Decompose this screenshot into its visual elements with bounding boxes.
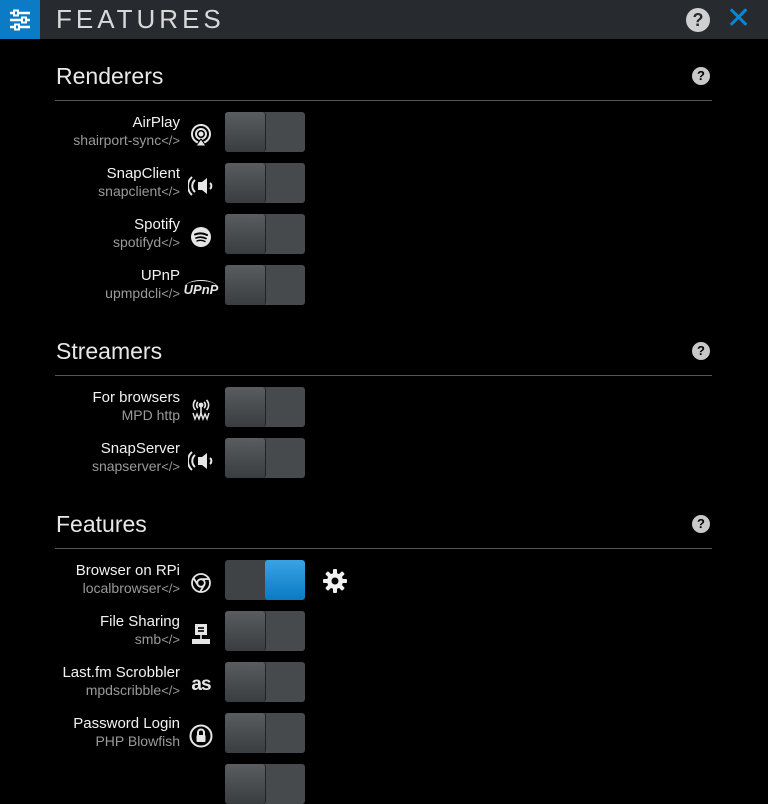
feature-row-file-sharing: File Sharing smb</>	[0, 613, 768, 657]
code-icon[interactable]: </>	[161, 184, 180, 199]
feature-name: Last.fm Scrobbler	[62, 664, 180, 682]
smb-toggle[interactable]	[225, 611, 305, 651]
page-title: FEATURES	[56, 3, 225, 35]
close-icon[interactable]: ✕	[726, 4, 750, 34]
snapserver-toggle[interactable]	[225, 438, 305, 478]
feature-name: For browsers	[92, 389, 180, 407]
feature-row-password-login: Password Login PHP Blowfish	[0, 715, 768, 759]
section-divider	[55, 100, 712, 101]
upnp-toggle[interactable]	[225, 265, 305, 305]
password-login-toggle[interactable]	[225, 713, 305, 753]
airplay-icon	[188, 122, 214, 148]
feature-service: upmpdcli</>	[105, 284, 180, 303]
feature-service: spotifyd</>	[113, 233, 180, 252]
feature-name: Password Login	[73, 715, 180, 733]
toggle-knob	[225, 387, 265, 427]
snapcast-icon	[188, 448, 214, 474]
toggle-knob	[225, 438, 265, 478]
mpd-http-toggle[interactable]	[225, 387, 305, 427]
toggle-knob	[225, 611, 265, 651]
feature-name: UPnP	[141, 267, 180, 285]
feature-name: SnapClient	[107, 165, 180, 183]
toggle-knob	[225, 764, 265, 804]
feature-row-upnp: UPnP upmpdcli</> UPnP	[0, 267, 768, 311]
lastfm-logo-text: as	[191, 674, 210, 696]
feature-row-snapserver: SnapServer snapserver</>	[0, 440, 768, 484]
feature-name: Spotify	[134, 216, 180, 234]
toggle-knob	[225, 112, 265, 152]
upnp-icon: UPnP	[183, 275, 219, 301]
code-icon[interactable]: </>	[161, 133, 180, 148]
sliders-icon	[8, 9, 32, 31]
chromium-icon	[188, 570, 214, 596]
lock-icon	[188, 723, 214, 749]
toggle-knob	[265, 560, 305, 600]
toggle-knob	[225, 713, 265, 753]
code-icon[interactable]: </>	[161, 581, 180, 596]
feature-name: Browser on RPi	[76, 562, 180, 580]
spotify-icon	[188, 224, 214, 250]
feature-row-lastfm: Last.fm Scrobbler mpdscribble</> as	[0, 664, 768, 708]
feature-row-browser-on-rpi: Browser on RPi localbrowser</>	[0, 562, 768, 606]
upnp-logo-text: UPnP	[184, 280, 219, 297]
feature-service: MPD http	[122, 406, 180, 424]
feature-row-for-browsers: For browsers MPD http	[0, 389, 768, 433]
lastfm-icon: as	[188, 672, 214, 698]
next-row-toggle[interactable]	[225, 764, 305, 804]
snapclient-toggle[interactable]	[225, 163, 305, 203]
toggle-knob	[225, 265, 265, 305]
section-divider	[55, 548, 712, 549]
feature-name: SnapServer	[101, 440, 180, 458]
code-icon[interactable]: </>	[161, 683, 180, 698]
header-help-icon[interactable]: ?	[686, 8, 710, 32]
mpdscribble-toggle[interactable]	[225, 662, 305, 702]
section-divider	[55, 375, 712, 376]
section-title-streamers: Streamers	[56, 337, 162, 365]
toggle-knob	[225, 214, 265, 254]
airplay-toggle[interactable]	[225, 112, 305, 152]
renderers-help-icon[interactable]: ?	[692, 67, 710, 85]
code-icon[interactable]: </>	[161, 286, 180, 301]
header-bar: FEATURES ? ✕	[0, 0, 768, 39]
file-sharing-icon	[188, 621, 214, 647]
mpd-http-icon	[188, 397, 214, 423]
code-icon[interactable]: </>	[161, 235, 180, 250]
code-icon[interactable]: </>	[161, 459, 180, 474]
feature-row-airplay: AirPlay shairport-sync</>	[0, 114, 768, 158]
feature-service: snapserver</>	[92, 457, 180, 476]
section-title-renderers: Renderers	[56, 62, 163, 90]
feature-name: AirPlay	[132, 114, 180, 132]
feature-service: snapclient</>	[98, 182, 180, 201]
features-help-icon[interactable]: ?	[692, 515, 710, 533]
feature-name: File Sharing	[100, 613, 180, 631]
feature-service: PHP Blowfish	[95, 732, 180, 750]
feature-row-spotify: Spotify spotifyd</>	[0, 216, 768, 260]
streamers-help-icon[interactable]: ?	[692, 342, 710, 360]
section-title-features: Features	[56, 510, 147, 538]
feature-row-snapclient: SnapClient snapclient</>	[0, 165, 768, 209]
toggle-knob	[225, 662, 265, 702]
toggle-knob	[225, 163, 265, 203]
snapcast-icon	[188, 173, 214, 199]
feature-service: smb</>	[135, 630, 180, 649]
gear-icon[interactable]	[322, 568, 348, 594]
localbrowser-toggle[interactable]	[225, 560, 305, 600]
feature-service: mpdscribble</>	[86, 681, 180, 700]
settings-menu-button[interactable]	[0, 0, 40, 39]
feature-service: shairport-sync</>	[73, 131, 180, 150]
code-icon[interactable]: </>	[161, 632, 180, 647]
feature-service: localbrowser</>	[83, 579, 180, 598]
spotify-toggle[interactable]	[225, 214, 305, 254]
